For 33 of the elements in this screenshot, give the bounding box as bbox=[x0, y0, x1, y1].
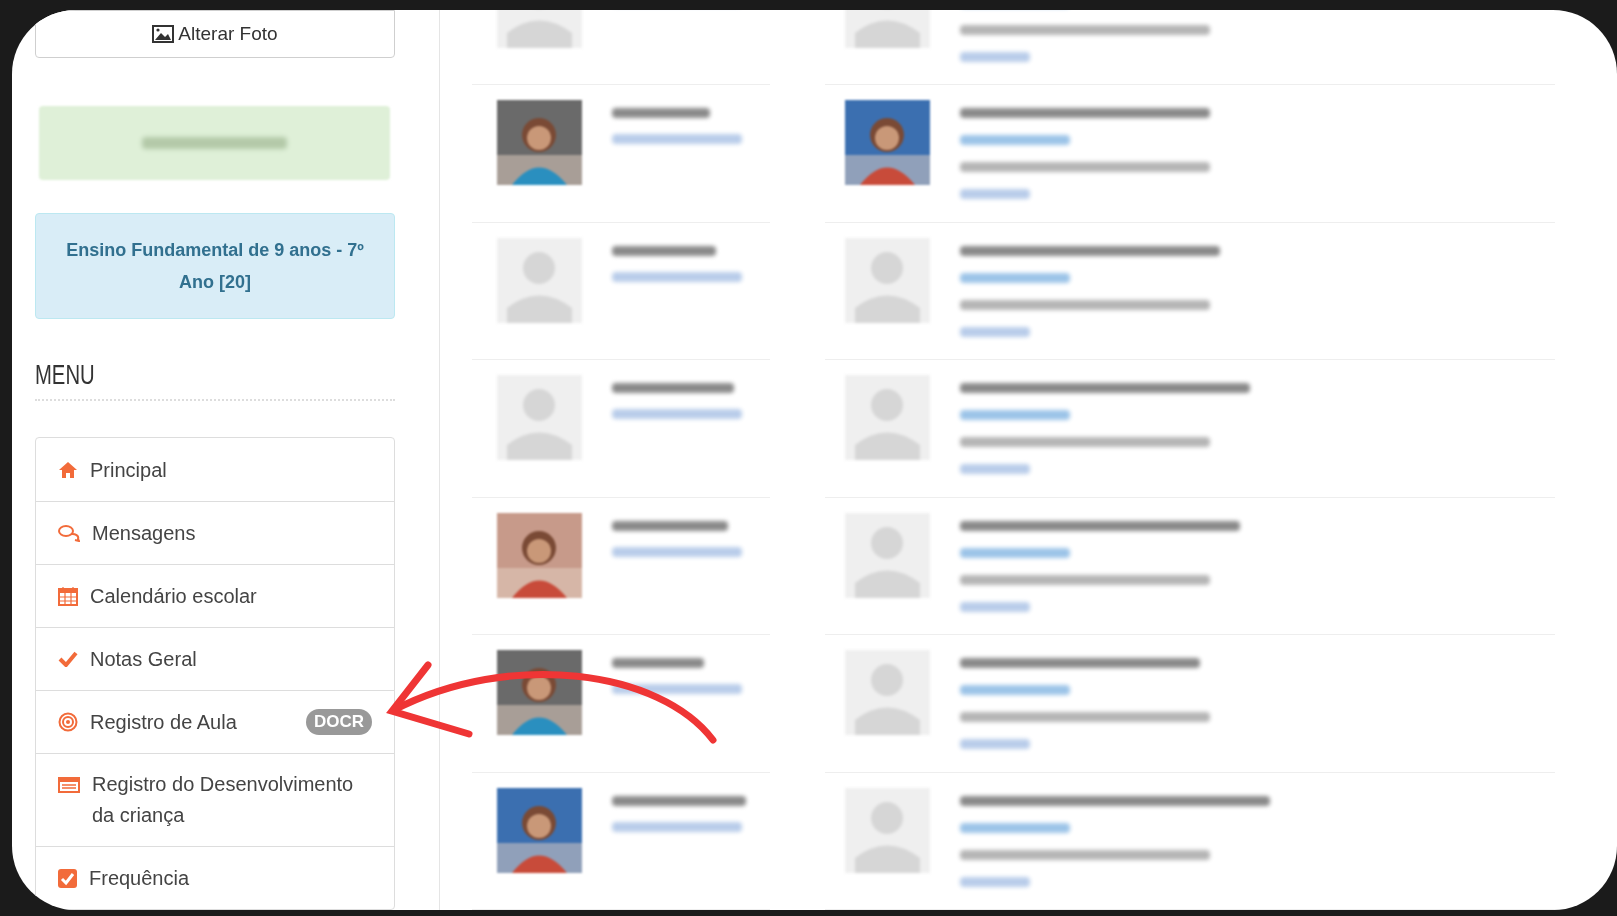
menu-item[interactable]: Notas Geral bbox=[36, 627, 394, 690]
change-photo-button[interactable]: Alterar Foto bbox=[35, 10, 395, 58]
menu-item[interactable]: Mensagens bbox=[36, 501, 394, 564]
level-box: Ensino Fundamental de 9 anos - 7º Ano [20] bbox=[35, 212, 395, 319]
menu-label: Mensagens bbox=[92, 521, 196, 546]
menu-label: Notas Geral bbox=[90, 647, 197, 672]
menu-label: Frequência bbox=[89, 866, 190, 891]
blurred-text bbox=[960, 464, 1030, 475]
blurred-text bbox=[960, 876, 1030, 887]
target-icon bbox=[58, 712, 78, 732]
blurred-text bbox=[960, 52, 1030, 62]
calendar-icon bbox=[58, 586, 78, 606]
list-icon bbox=[58, 777, 80, 793]
blurred-text bbox=[960, 326, 1030, 337]
blurred-text bbox=[960, 601, 1030, 612]
blurred-text bbox=[960, 189, 1030, 200]
menu-label: Calendário escolar bbox=[90, 584, 257, 609]
menu-title: MENU bbox=[35, 359, 95, 391]
checkbox-icon bbox=[58, 868, 77, 888]
menu-item[interactable]: Frequência bbox=[36, 846, 394, 909]
home-icon bbox=[58, 460, 78, 479]
blurred-text bbox=[960, 739, 1030, 750]
check-icon bbox=[58, 651, 78, 667]
chat-icon bbox=[58, 524, 80, 542]
menu-label: Registro do Desenvolvimento da criança bbox=[92, 772, 355, 828]
menu-item[interactable]: Registro do Desenvolvimento da criança bbox=[36, 753, 394, 846]
menu-item[interactable]: Registro de Aula DOCR bbox=[36, 690, 394, 753]
menu-badge: DOCR bbox=[305, 709, 372, 735]
menu-label: Principal bbox=[90, 457, 167, 483]
menu-label: Registro de Aula bbox=[90, 710, 237, 735]
menu-item[interactable]: Calendário escolar bbox=[36, 564, 394, 627]
image-icon bbox=[152, 24, 175, 43]
menu-item[interactable]: Principal bbox=[36, 438, 394, 501]
